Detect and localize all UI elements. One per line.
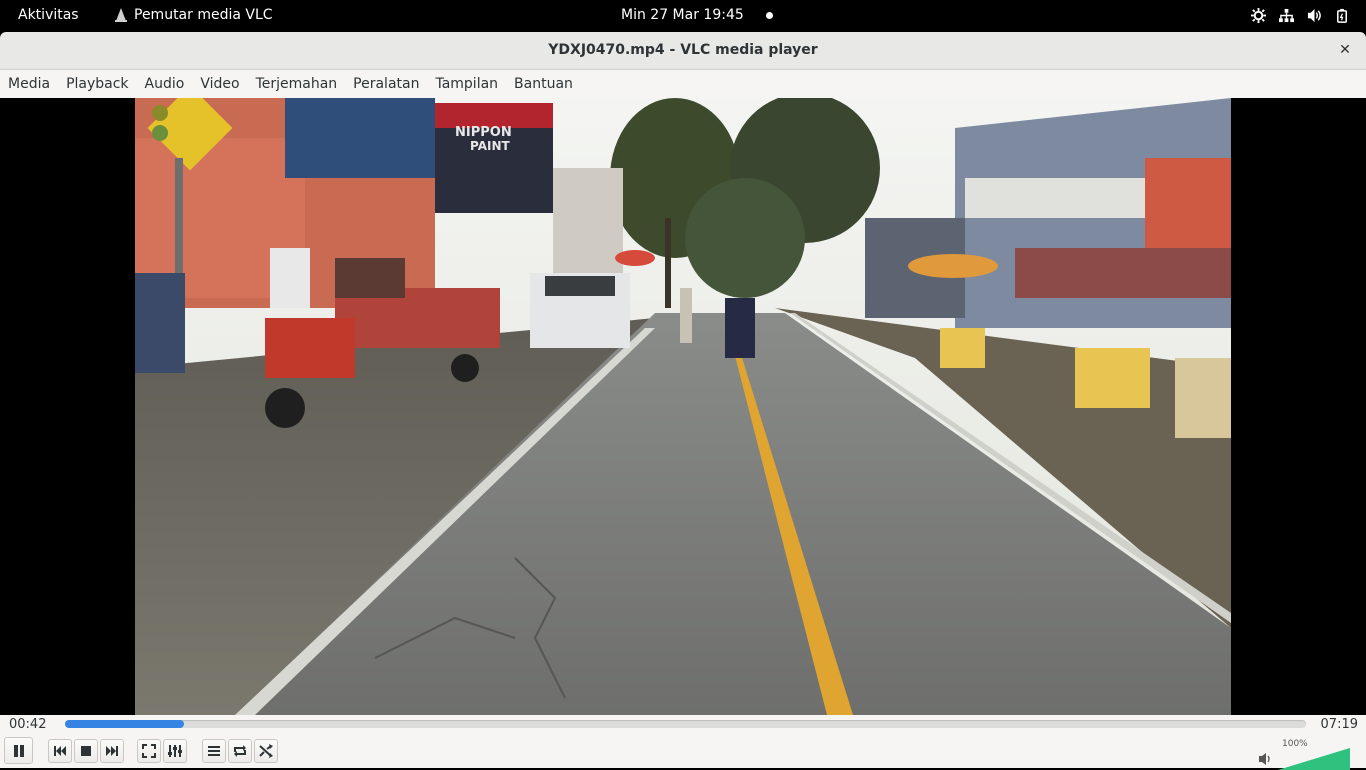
- volume-control[interactable]: 100%: [1258, 739, 1358, 770]
- skip-back-icon: [54, 746, 66, 756]
- pause-icon: [13, 744, 24, 757]
- loop-button[interactable]: [228, 739, 252, 763]
- seek-row: 00:42 07:19: [0, 715, 1366, 735]
- shuffle-icon: [259, 744, 273, 758]
- menu-media[interactable]: Media: [0, 70, 58, 98]
- gnome-top-bar: Aktivitas Pemutar media VLC Min 27 Mar 1…: [0, 0, 1366, 32]
- playlist-icon: [208, 746, 220, 756]
- volume-slider[interactable]: [1278, 748, 1350, 770]
- power-icon[interactable]: [1334, 7, 1350, 23]
- stop-icon: [81, 746, 91, 756]
- skip-forward-icon: [106, 746, 118, 756]
- svg-text:NIPPON: NIPPON: [455, 125, 512, 140]
- previous-button[interactable]: [48, 739, 72, 763]
- network-icon[interactable]: [1278, 7, 1294, 23]
- seek-progress: [65, 720, 185, 728]
- vlc-cone-icon: [115, 8, 127, 22]
- next-button[interactable]: [100, 739, 124, 763]
- menu-help[interactable]: Bantuan: [506, 70, 581, 98]
- equalizer-icon: [168, 745, 182, 757]
- accessibility-icon[interactable]: [1250, 7, 1266, 23]
- system-tray[interactable]: [1250, 7, 1350, 23]
- close-icon[interactable]: ✕: [1336, 41, 1354, 59]
- speaker-icon: [1259, 753, 1270, 765]
- pause-button[interactable]: [4, 737, 33, 764]
- elapsed-time: 00:42: [9, 717, 47, 732]
- video-area[interactable]: NIPPON PAINT: [0, 98, 1366, 715]
- shuffle-button[interactable]: [254, 739, 278, 763]
- fullscreen-icon: [142, 744, 156, 758]
- control-bar: 100%: [0, 735, 1366, 770]
- menu-subtitle[interactable]: Terjemahan: [248, 70, 346, 98]
- window-titlebar[interactable]: YDXJ0470.mp4 - VLC media player ✕: [0, 32, 1366, 70]
- total-time[interactable]: 07:19: [1321, 717, 1358, 732]
- video-frame: NIPPON PAINT: [135, 98, 1231, 715]
- menu-video[interactable]: Video: [192, 70, 247, 98]
- seek-slider[interactable]: [65, 720, 1306, 728]
- activities-button[interactable]: Aktivitas: [18, 7, 79, 23]
- stop-button[interactable]: [74, 739, 98, 763]
- menu-tools[interactable]: Peralatan: [345, 70, 427, 98]
- loop-icon: [234, 745, 246, 757]
- fullscreen-button[interactable]: [137, 739, 161, 763]
- app-menu[interactable]: Pemutar media VLC: [114, 7, 273, 23]
- menu-playback[interactable]: Playback: [58, 70, 136, 98]
- menu-audio[interactable]: Audio: [137, 70, 193, 98]
- menu-bar: Media Playback Audio Video Terjemahan Pe…: [0, 70, 1366, 98]
- app-name: Pemutar media VLC: [134, 7, 273, 23]
- svg-text:PAINT: PAINT: [470, 139, 510, 153]
- menu-view[interactable]: Tampilan: [427, 70, 506, 98]
- volume-icon[interactable]: [1306, 7, 1322, 23]
- playlist-button[interactable]: [202, 739, 226, 763]
- extended-settings-button[interactable]: [163, 739, 187, 763]
- clock[interactable]: Min 27 Mar 19:45: [621, 7, 744, 23]
- notification-dot: [766, 12, 773, 19]
- window-title: YDXJ0470.mp4 - VLC media player: [548, 42, 818, 58]
